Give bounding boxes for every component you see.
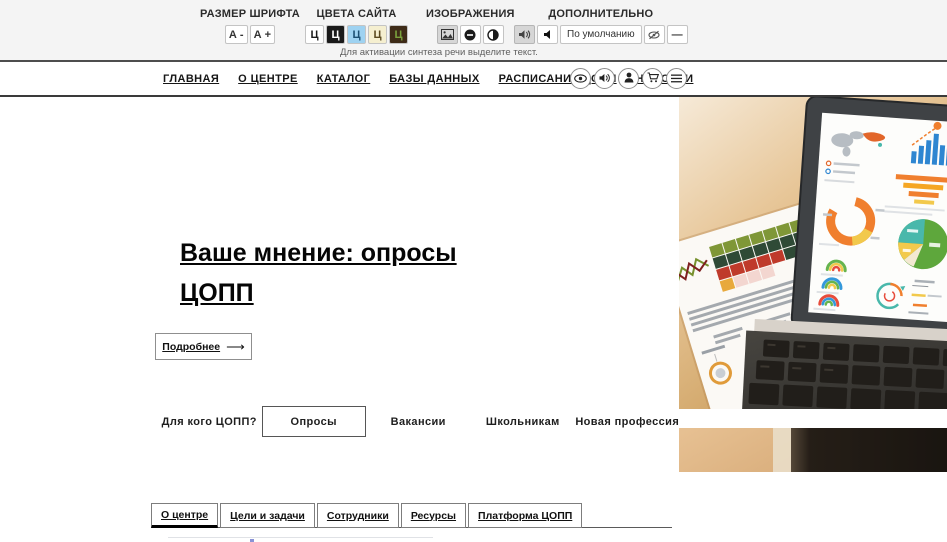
cart-icon [647, 70, 659, 88]
image-icon [441, 29, 454, 40]
speaker-icon [599, 70, 610, 88]
hide-panel-eye-button[interactable] [644, 25, 665, 44]
font-size-group: РАЗМЕР ШРИФТА А - А + [200, 8, 300, 44]
speech-off-button[interactable] [537, 25, 558, 44]
tab-platform[interactable]: Платформа ЦОПП [468, 503, 582, 528]
eye-slash-icon [648, 30, 660, 40]
site-colors-group: ЦВЕТА САЙТА Ц Ц Ц Ц Ц [305, 8, 408, 44]
grayscale-images-button[interactable] [483, 25, 504, 44]
about-section-tabs: О центре Цели и задачи Сотрудники Ресурс… [151, 503, 582, 528]
font-decrease-button[interactable]: А - [225, 25, 248, 44]
extra-group: ДОПОЛНИТЕЛЬНО По умолчанию — [514, 8, 688, 44]
slider-tab-surveys[interactable]: Опросы [262, 406, 367, 437]
hero-photo [679, 97, 947, 409]
nav-icon-buttons [570, 68, 687, 89]
contrast-icon [487, 29, 499, 41]
eye-icon [574, 70, 587, 88]
reset-default-button[interactable]: По умолчанию [560, 25, 642, 44]
tab-goals[interactable]: Цели и задачи [220, 503, 315, 528]
right-arrow-icon: ⟶ [226, 340, 245, 353]
color-scheme-white-button[interactable]: Ц [305, 25, 324, 44]
speaker-off-icon [543, 29, 553, 40]
user-icon [624, 70, 634, 88]
slider-tab-new-profession[interactable]: Новая профессия [575, 406, 680, 437]
nav-link-databases[interactable]: БАЗЫ ДАННЫХ [389, 73, 479, 85]
slider-tab-for-whom[interactable]: Для кого ЦОПП? [157, 406, 262, 437]
hero-slide-title[interactable]: Ваше мнение: опросы ЦОПП [180, 233, 485, 313]
font-increase-button[interactable]: А + [250, 25, 275, 44]
nav-link-home[interactable]: ГЛАВНАЯ [163, 73, 219, 85]
main-navigation: ГЛАВНАЯ О ЦЕНТРЕ КАТАЛОГ БАЗЫ ДАННЫХ РАС… [0, 62, 947, 97]
collapse-panel-button[interactable]: — [667, 25, 688, 44]
hero-slider-tabs: Для кого ЦОПП? Опросы Вакансии Школьника… [157, 406, 680, 437]
more-details-label: Подробнее [162, 341, 220, 353]
accessibility-eye-button[interactable] [570, 68, 591, 89]
nav-link-about[interactable]: О ЦЕНТРЕ [238, 73, 298, 85]
slider-tab-schoolchildren[interactable]: Школьникам [471, 406, 576, 437]
color-scheme-black-button[interactable]: Ц [326, 25, 345, 44]
speaker-on-icon [518, 29, 531, 40]
hamburger-menu-icon [671, 70, 682, 88]
tab-staff[interactable]: Сотрудники [317, 503, 399, 528]
font-size-label: РАЗМЕР ШРИФТА [200, 8, 300, 20]
cart-button[interactable] [642, 68, 663, 89]
next-slide-photo [679, 428, 947, 472]
color-scheme-beige-button[interactable]: Ц [368, 25, 387, 44]
cutoff-content-block [168, 537, 433, 542]
speech-on-button[interactable] [514, 25, 535, 44]
images-on-button[interactable] [437, 25, 458, 44]
speech-hint-text: Для активации синтеза речи выделите текс… [340, 47, 538, 58]
images-off-button[interactable] [460, 25, 481, 44]
color-scheme-blue-button[interactable]: Ц [347, 25, 366, 44]
images-group: ИЗОБРАЖЕНИЯ [426, 8, 515, 44]
more-details-button[interactable]: Подробнее ⟶ [155, 333, 252, 360]
account-button[interactable] [618, 68, 639, 89]
circle-minus-icon [464, 29, 476, 41]
site-colors-label: ЦВЕТА САЙТА [316, 8, 396, 20]
images-label: ИЗОБРАЖЕНИЯ [426, 8, 515, 20]
tab-about-center[interactable]: О центре [151, 503, 218, 528]
tab-resources[interactable]: Ресурсы [401, 503, 466, 528]
accessibility-toolbar: РАЗМЕР ШРИФТА А - А + ЦВЕТА САЙТА Ц Ц Ц … [0, 0, 947, 62]
menu-button[interactable] [666, 68, 687, 89]
extra-label: ДОПОЛНИТЕЛЬНО [548, 8, 653, 20]
nav-link-catalog[interactable]: КАТАЛОГ [317, 73, 371, 85]
slider-tab-vacancies[interactable]: Вакансии [366, 406, 471, 437]
sound-button[interactable] [594, 68, 615, 89]
color-scheme-brown-button[interactable]: Ц [389, 25, 408, 44]
